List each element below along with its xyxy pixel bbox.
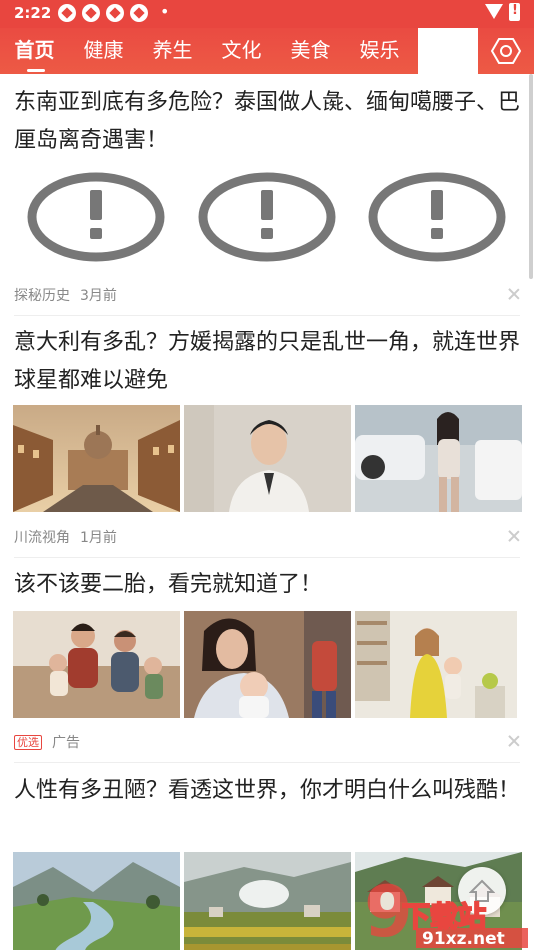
notification-icon: [82, 4, 100, 22]
celebrity-portrait-photo[interactable]: [184, 405, 351, 512]
article-title[interactable]: 意大利有多乱？方媛揭露的只是乱世一角，就连世界球星都难以避免: [14, 324, 524, 400]
article-source: 川流视角: [14, 530, 70, 546]
channel-settings-button[interactable]: [486, 32, 526, 70]
article-title[interactable]: 该不该要二胎，看完就知道了！: [14, 566, 524, 604]
article-images: [13, 611, 522, 718]
notification-icon: [106, 4, 124, 22]
hexagon-settings-icon: [491, 38, 521, 64]
divider: [14, 557, 520, 558]
notification-icons: [58, 4, 148, 22]
status-bar: 2:22 •: [0, 0, 534, 28]
tab-home[interactable]: 首页: [0, 28, 69, 74]
article-images: [13, 405, 522, 512]
image-load-error-icon: [368, 172, 506, 262]
mountain-stream-photo[interactable]: [13, 852, 180, 950]
rome-street-photo[interactable]: [13, 405, 180, 512]
mother-playing-with-child-photo[interactable]: [355, 611, 522, 718]
article-time: 3月前: [80, 288, 117, 304]
tab-fade-overlay: [418, 28, 478, 74]
article-meta: 优选 广告: [14, 732, 80, 752]
tab-culture[interactable]: 文化: [207, 28, 276, 74]
article-title[interactable]: 人性有多丑陋？看透这世界，你才明白什么叫残酷！: [14, 772, 524, 810]
tab-food[interactable]: 美食: [276, 28, 345, 74]
notification-icon: [58, 4, 76, 22]
ad-badge: 优选: [14, 735, 42, 750]
tab-entertainment[interactable]: 娱乐: [345, 28, 414, 74]
article-source: 探秘历史: [14, 288, 70, 304]
category-tabs: 首页 健康 养生 文化 美食 娱乐: [0, 28, 414, 74]
mother-and-baby-photo[interactable]: [184, 611, 351, 718]
status-time: 2:22: [14, 4, 52, 22]
tab-wellness[interactable]: 养生: [138, 28, 207, 74]
divider: [14, 762, 520, 763]
svg-text:91xz.net: 91xz.net: [422, 929, 505, 949]
ad-label: 广告: [52, 735, 80, 751]
dismiss-icon[interactable]: [508, 735, 520, 747]
dismiss-icon[interactable]: [508, 288, 520, 300]
scroll-indicator[interactable]: [529, 74, 533, 279]
article-meta: 川流视角 1月前: [14, 527, 117, 547]
street-fashion-photo[interactable]: [355, 405, 522, 512]
wifi-icon: [485, 4, 503, 20]
family-on-sofa-photo[interactable]: [13, 611, 180, 718]
status-dot: •: [160, 2, 170, 21]
notification-icon: [130, 4, 148, 22]
village-fields-photo[interactable]: [184, 852, 351, 950]
divider: [14, 315, 520, 316]
article-time: 1月前: [80, 530, 117, 546]
tab-health[interactable]: 健康: [69, 28, 138, 74]
site-watermark-logo: 9 下载站 91xz.net: [364, 871, 528, 950]
battery-icon: [509, 3, 520, 21]
dismiss-icon[interactable]: [508, 530, 520, 542]
image-load-error-icon: [27, 172, 165, 262]
article-title[interactable]: 东南亚到底有多危险？泰国做人彘、缅甸噶腰子、巴厘岛离奇遇害！: [14, 84, 524, 160]
article-meta: 探秘历史 3月前: [14, 285, 117, 305]
image-load-error-icon: [198, 172, 336, 262]
category-tab-bar: 首页 健康 养生 文化 美食 娱乐: [0, 28, 534, 74]
